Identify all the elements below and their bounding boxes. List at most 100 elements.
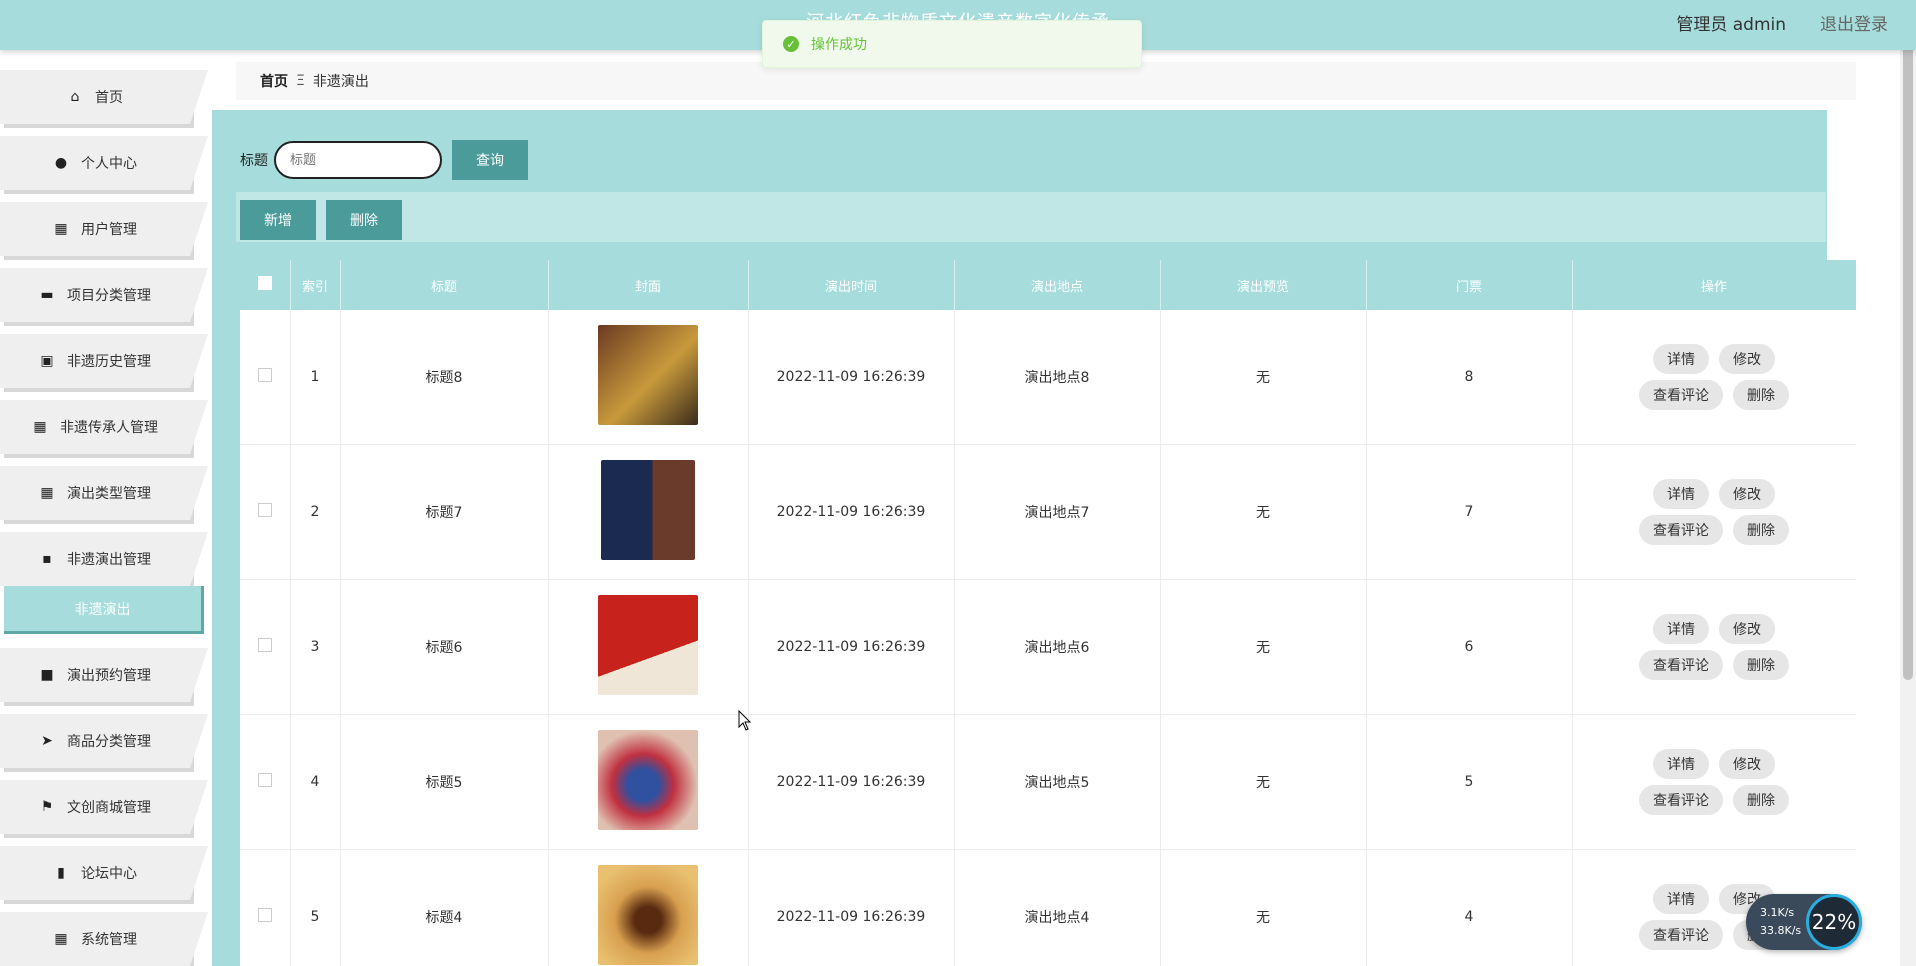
view-comments-button[interactable]: 查看评论 <box>1639 785 1723 815</box>
column-header: 索引 <box>290 260 341 310</box>
edit-button[interactable]: 修改 <box>1719 614 1775 644</box>
delete-button[interactable]: 删除 <box>1733 515 1789 545</box>
sidebar-item-label: 个人中心 <box>81 156 137 172</box>
cell-title: 标题7 <box>340 444 549 580</box>
network-speed-widget[interactable]: 3.1K/s 33.8K/s 22% <box>1746 894 1862 950</box>
cell-preview: 无 <box>1160 849 1367 966</box>
detail-button[interactable]: 详情 <box>1653 614 1709 644</box>
cell-time: 2022-11-09 16:26:39 <box>748 579 955 715</box>
cell-index: 2 <box>290 444 341 580</box>
select-all-checkbox[interactable] <box>257 276 272 290</box>
sidebar-item-system[interactable]: ▦ 系统管理 <box>0 912 208 966</box>
detail-button[interactable]: 详情 <box>1653 479 1709 509</box>
row-checkbox[interactable] <box>257 503 272 517</box>
view-comments-button[interactable]: 查看评论 <box>1639 920 1723 950</box>
cell-ticket: 4 <box>1366 849 1573 966</box>
breadcrumb-current: 非遗演出 <box>312 74 369 90</box>
scrollbar-thumb[interactable] <box>1903 20 1913 680</box>
cell-place: 演出地点7 <box>954 444 1161 580</box>
cover-image <box>598 595 698 695</box>
sidebar-item-label: 商品分类管理 <box>67 734 151 750</box>
sidebar-item-forum[interactable]: ▮ 论坛中心 <box>0 846 208 900</box>
delete-button[interactable]: 删除 <box>1733 785 1789 815</box>
edit-button[interactable]: 修改 <box>1719 479 1775 509</box>
sidebar-item-shows[interactable]: ▪ 非遗演出管理 <box>0 532 208 586</box>
sidebar-item-label: 演出类型管理 <box>67 486 151 502</box>
cell-time: 2022-11-09 16:26:39 <box>748 849 955 966</box>
sidebar-item-label: 演出预约管理 <box>67 668 151 684</box>
row-checkbox[interactable] <box>257 638 272 652</box>
action-strip <box>236 192 1826 242</box>
upload-speed: 3.1K/s <box>1760 906 1795 919</box>
cell-index: 1 <box>290 310 341 445</box>
column-header: 演出预览 <box>1160 260 1367 310</box>
select-all-cell[interactable] <box>240 260 291 310</box>
cell-title: 标题8 <box>340 310 549 445</box>
row-checkbox[interactable] <box>257 773 272 787</box>
breadcrumb-home[interactable]: 首页 <box>260 71 288 91</box>
delete-button[interactable]: 删除 <box>1733 650 1789 680</box>
view-comments-button[interactable]: 查看评论 <box>1639 650 1723 680</box>
chat-icon: ▪ <box>42 551 52 567</box>
sidebar-item-label: 项目分类管理 <box>67 288 151 304</box>
search-label: 标题 <box>240 153 268 169</box>
cell-index: 3 <box>290 579 341 715</box>
sidebar-item-shop[interactable]: ⚑ 文创商城管理 <box>0 780 208 834</box>
add-button[interactable]: 新增 <box>240 200 316 240</box>
sidebar-item-category[interactable]: ▬ 项目分类管理 <box>0 268 208 322</box>
cell-preview: 无 <box>1160 579 1367 715</box>
cover-image <box>598 865 698 965</box>
search-button[interactable]: 查询 <box>452 140 528 180</box>
view-comments-button[interactable]: 查看评论 <box>1639 515 1723 545</box>
detail-button[interactable]: 详情 <box>1653 749 1709 779</box>
grid-icon: ▦ <box>54 221 68 237</box>
sidebar-item-home[interactable]: ⌂ 首页 <box>0 70 208 124</box>
search-row: 标题 查询 <box>240 138 528 182</box>
sidebar-subitem-shows[interactable]: 非遗演出 <box>4 586 204 634</box>
sidebar-item-goods-category[interactable]: ➤ 商品分类管理 <box>0 714 208 768</box>
sidebar-item-bookings[interactable]: ■ 演出预约管理 <box>0 648 208 702</box>
edit-button[interactable]: 修改 <box>1719 749 1775 779</box>
grid-icon: ▦ <box>33 419 47 435</box>
vertical-scrollbar[interactable] <box>1900 0 1916 966</box>
sidebar-item-inheritors[interactable]: ▦ 非遗传承人管理 <box>0 400 208 454</box>
send-icon: ➤ <box>41 733 53 749</box>
table-row: 4 标题5 2022-11-09 16:26:39 演出地点5 无 5 详情 修改… <box>240 714 1856 850</box>
user-label: 管理员 admin <box>1676 15 1786 35</box>
table-row: 5 标题4 2022-11-09 16:26:39 演出地点4 无 4 详情 修改… <box>240 849 1856 966</box>
cell-title: 标题4 <box>340 849 549 966</box>
cover-image <box>598 730 698 830</box>
row-checkbox[interactable] <box>257 368 272 382</box>
detail-button[interactable]: 详情 <box>1653 344 1709 374</box>
clipboard-icon: ▣ <box>40 353 54 369</box>
cell-title: 标题6 <box>340 579 549 715</box>
column-header: 门票 <box>1366 260 1573 310</box>
detail-button[interactable]: 详情 <box>1653 884 1709 914</box>
row-checkbox[interactable] <box>257 908 272 922</box>
home-icon: ⌂ <box>70 89 80 105</box>
sidebar-item-users[interactable]: ▦ 用户管理 <box>0 202 208 256</box>
sidebar-item-label: 非遗历史管理 <box>67 354 151 370</box>
view-comments-button[interactable]: 查看评论 <box>1639 380 1723 410</box>
cell-index: 5 <box>290 849 341 966</box>
user-icon: ● <box>54 155 68 171</box>
sidebar-item-label: 论坛中心 <box>81 866 137 882</box>
bulk-delete-button[interactable]: 删除 <box>326 200 402 240</box>
sidebar-item-label: 非遗演出管理 <box>67 552 151 568</box>
mouse-cursor-icon <box>738 710 752 731</box>
search-input[interactable] <box>274 141 442 179</box>
sidebar-item-profile[interactable]: ● 个人中心 <box>0 136 208 190</box>
logout-link[interactable]: 退出登录 <box>1820 10 1888 35</box>
breadcrumb-separator: Ξ <box>296 73 305 89</box>
delete-button[interactable]: 删除 <box>1733 380 1789 410</box>
sidebar-item-show-types[interactable]: ▦ 演出类型管理 <box>0 466 208 520</box>
sidebar-item-history[interactable]: ▣ 非遗历史管理 <box>0 334 208 388</box>
cpu-percent: 22% <box>1806 894 1862 950</box>
sidebar-item-label: 首页 <box>95 90 123 106</box>
cell-preview: 无 <box>1160 444 1367 580</box>
edit-button[interactable]: 修改 <box>1719 344 1775 374</box>
cell-title: 标题5 <box>340 714 549 850</box>
cell-time: 2022-11-09 16:26:39 <box>748 714 955 850</box>
cell-place: 演出地点5 <box>954 714 1161 850</box>
cover-image <box>598 325 698 425</box>
